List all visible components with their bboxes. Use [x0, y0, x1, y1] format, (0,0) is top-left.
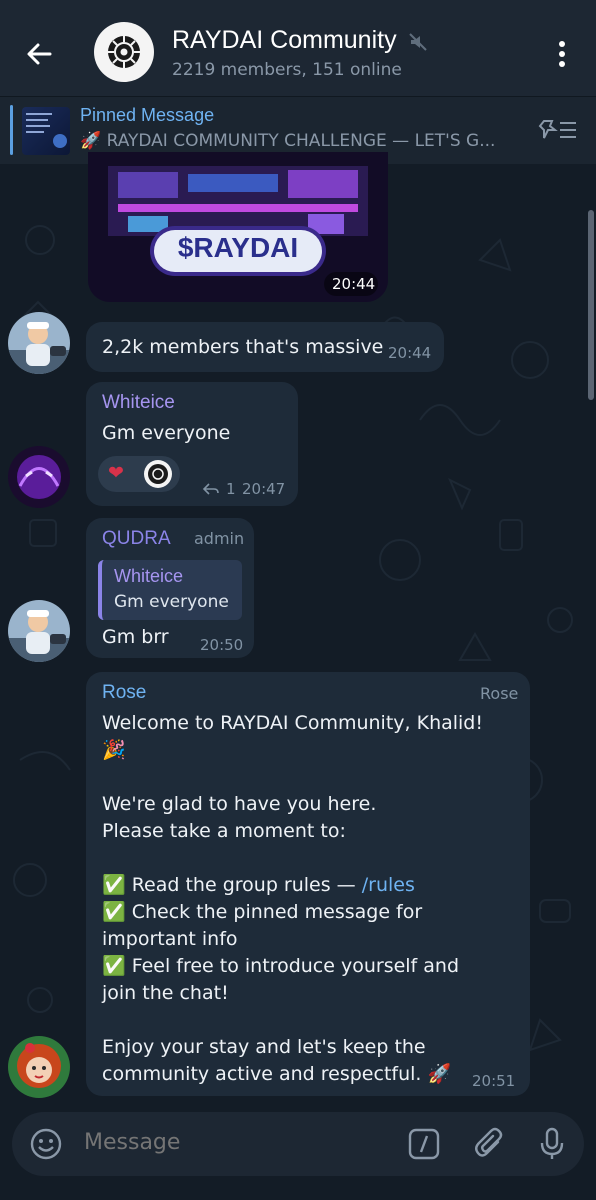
- more-vertical-icon[interactable]: [548, 36, 576, 72]
- message-bubble[interactable]: Whiteice Gm everyone ❤ 1 20:47: [86, 382, 298, 506]
- message-bubble[interactable]: QUDRA admin Whiteice Gm everyone Gm brr …: [86, 518, 254, 658]
- message-time: 20:44: [332, 275, 376, 293]
- quote-text: Gm everyone: [114, 592, 229, 612]
- quoted-reply[interactable]: Whiteice Gm everyone: [98, 560, 242, 620]
- reply-icon: [202, 483, 219, 495]
- image-time-badge: 20:44: [324, 272, 378, 296]
- reaction-chip[interactable]: ❤: [98, 456, 180, 492]
- admin-badge: admin: [194, 529, 245, 548]
- message-bubble[interactable]: Rose Rose Welcome to RAYDAI Community, K…: [86, 672, 530, 1096]
- pinned-text: 🚀 RAYDAI COMMUNITY CHALLENGE — LET'S G..…: [80, 131, 496, 151]
- pin-list-icon[interactable]: [538, 117, 578, 143]
- message-composer: [12, 1112, 584, 1176]
- text-line: ✅ Check the pinned message for: [102, 901, 423, 923]
- avatar-user-1[interactable]: [8, 312, 70, 374]
- member-count: 2219 members, 151 online: [172, 60, 402, 80]
- message-text: Gm brr: [102, 626, 169, 648]
- sender-name[interactable]: QUDRA: [102, 528, 171, 550]
- message-time: 20:47: [242, 480, 286, 498]
- chat-header: RAYDAI Community 2219 members, 151 onlin…: [0, 0, 596, 96]
- text-line: join the chat!: [102, 982, 229, 1004]
- text-line: Enjoy your stay and let's keep the: [102, 1036, 426, 1058]
- group-title[interactable]: RAYDAI Community: [172, 26, 397, 55]
- avatar-whiteice[interactable]: [8, 446, 70, 508]
- microphone-icon[interactable]: [534, 1126, 570, 1162]
- reply-count: 1: [226, 480, 236, 498]
- text-line: Please take a moment to:: [102, 820, 346, 842]
- text-line: community active and respectful. 🚀: [102, 1063, 452, 1085]
- text-fragment: ✅ Read the group rules —: [102, 874, 362, 896]
- message-text: Welcome to RAYDAI Community, Khalid! 🎉 W…: [102, 710, 522, 1088]
- avatar-rose[interactable]: [8, 1036, 70, 1098]
- message-text: Gm everyone: [102, 422, 231, 444]
- message-bubble[interactable]: 2,2k members that's massive 20:44: [86, 322, 444, 372]
- avatar-qudra[interactable]: [8, 600, 70, 662]
- message-time: 20:51: [472, 1072, 516, 1090]
- sender-name[interactable]: Whiteice: [102, 392, 175, 414]
- attach-icon[interactable]: [472, 1126, 508, 1162]
- pinned-title: Pinned Message: [80, 105, 215, 125]
- text-line: 🎉: [102, 739, 126, 761]
- pinned-thumbnail: [22, 107, 70, 155]
- emoji-icon[interactable]: [28, 1126, 64, 1162]
- image-message[interactable]: $RAYDAI 20:44: [88, 152, 388, 302]
- message-input[interactable]: [84, 1130, 384, 1155]
- text-line: ✅ Read the group rules — /rules: [102, 872, 522, 899]
- message-time: 20:44: [388, 344, 432, 362]
- rules-link[interactable]: /rules: [362, 874, 415, 896]
- muted-icon: [409, 33, 427, 51]
- text-line: important info: [102, 928, 238, 950]
- message-text: 2,2k members that's massive: [102, 336, 384, 358]
- bot-commands-icon[interactable]: [406, 1126, 442, 1162]
- banner-text: $RAYDAI: [177, 232, 299, 263]
- arrow-left-icon[interactable]: [22, 36, 58, 72]
- quote-sender: Whiteice: [114, 566, 184, 586]
- brain-gear-icon: [108, 36, 140, 68]
- heart-icon: ❤: [108, 462, 124, 484]
- text-line: Welcome to RAYDAI Community, Khalid!: [102, 712, 483, 734]
- text-line: ✅ Feel free to introduce yourself and: [102, 955, 460, 977]
- text-line: We're glad to have you here.: [102, 793, 377, 815]
- pin-indicator: [10, 105, 13, 155]
- scrollbar[interactable]: [588, 210, 594, 400]
- group-avatar[interactable]: [94, 22, 154, 82]
- sender-tag: Rose: [480, 684, 519, 703]
- reactor-avatar: [144, 460, 172, 488]
- sender-name[interactable]: Rose: [102, 682, 146, 704]
- message-time: 20:50: [200, 636, 244, 654]
